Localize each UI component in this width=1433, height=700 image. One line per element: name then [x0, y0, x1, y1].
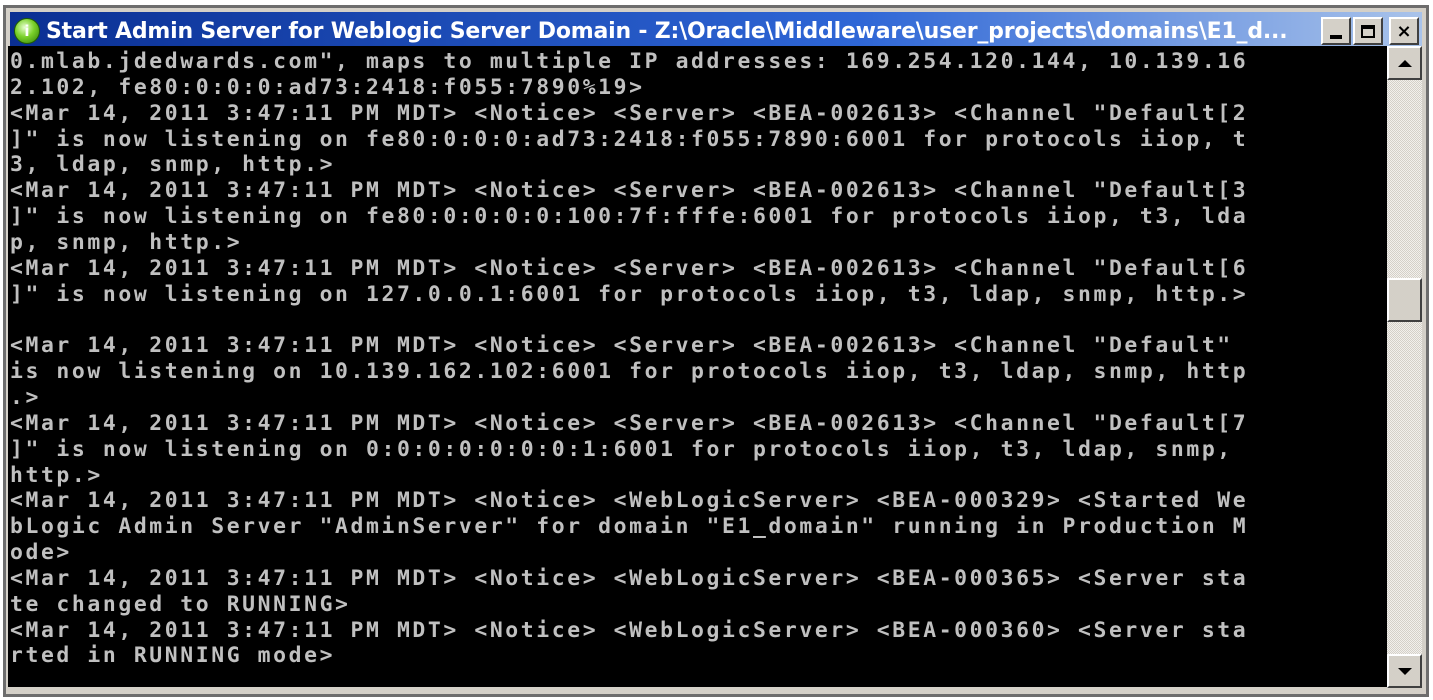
console-line: <Mar 14, 2011 3:47:11 PM MDT> <Notice> <… — [10, 333, 1233, 359]
scroll-up-arrow-icon — [1397, 59, 1412, 67]
console-line: <Mar 14, 2011 3:47:11 PM MDT> <Notice> <… — [10, 100, 1249, 126]
weblogic-server-icon[interactable]: i — [14, 18, 40, 44]
console-line: <Mar 14, 2011 3:47:11 PM MDT> <Notice> <… — [10, 410, 1249, 436]
console-line: 0.mlab.jdedwards.com", maps to multiple … — [10, 49, 1249, 74]
scrollbar-thumb[interactable] — [1387, 278, 1422, 322]
console-line: ]" is now listening on 127.0.0.1:6001 fo… — [10, 281, 1249, 307]
title-bar[interactable]: i Start Admin Server for Weblogic Server… — [10, 12, 1422, 50]
console-line: ]" is now listening on fe80:0:0:0:0:100:… — [10, 204, 1249, 230]
console-line: p, snmp, http.> — [10, 229, 243, 255]
console-line: http.> — [10, 462, 103, 488]
console-output[interactable]: 0.mlab.jdedwards.com", maps to multiple … — [8, 46, 1387, 687]
console-line: ode> — [10, 540, 72, 566]
close-icon: × — [1396, 20, 1412, 42]
console-line: bLogic Admin Server "AdminServer" for do… — [10, 514, 1249, 540]
console-line: .> — [10, 384, 41, 410]
console-line: ]" is now listening on fe80:0:0:0:ad73:2… — [10, 126, 1249, 152]
scroll-down-button[interactable] — [1387, 654, 1422, 688]
console-lines: 0.mlab.jdedwards.com", maps to multiple … — [10, 49, 1248, 669]
minimize-button[interactable] — [1321, 17, 1351, 45]
scroll-up-button[interactable] — [1387, 46, 1422, 80]
maximize-icon — [1361, 24, 1375, 38]
console-line: te changed to RUNNING> — [10, 591, 351, 617]
console-line: <Mar 14, 2011 3:47:11 PM MDT> <Notice> <… — [10, 178, 1249, 204]
vertical-scrollbar[interactable] — [1387, 46, 1422, 688]
console-line: <Mar 14, 2011 3:47:11 PM MDT> <Notice> <… — [10, 255, 1249, 281]
close-button[interactable]: × — [1389, 17, 1419, 45]
console-line: 3, ldap, snmp, http.> — [10, 152, 336, 178]
console-line: 2.102, fe80:0:0:0:ad73:2418:f055:7890%19… — [10, 74, 645, 100]
scroll-down-arrow-icon — [1397, 667, 1412, 675]
console-line: is now listening on 10.139.162.102:6001 … — [10, 359, 1249, 385]
window-controls: × — [1321, 17, 1419, 45]
console-line: <Mar 14, 2011 3:47:11 PM MDT> <Notice> <… — [10, 488, 1249, 514]
console-line: <Mar 14, 2011 3:47:11 PM MDT> <Notice> <… — [10, 565, 1249, 591]
maximize-button[interactable] — [1353, 17, 1383, 45]
console-line: <Mar 14, 2011 3:47:11 PM MDT> <Notice> <… — [10, 617, 1249, 643]
console-line: rted in RUNNING mode> — [10, 643, 336, 669]
console-line: ]" is now listening on 0:0:0:0:0:0:0:1:6… — [10, 436, 1233, 462]
minimize-icon — [1330, 35, 1342, 39]
window-title: Start Admin Server for Weblogic Server D… — [46, 18, 1288, 44]
